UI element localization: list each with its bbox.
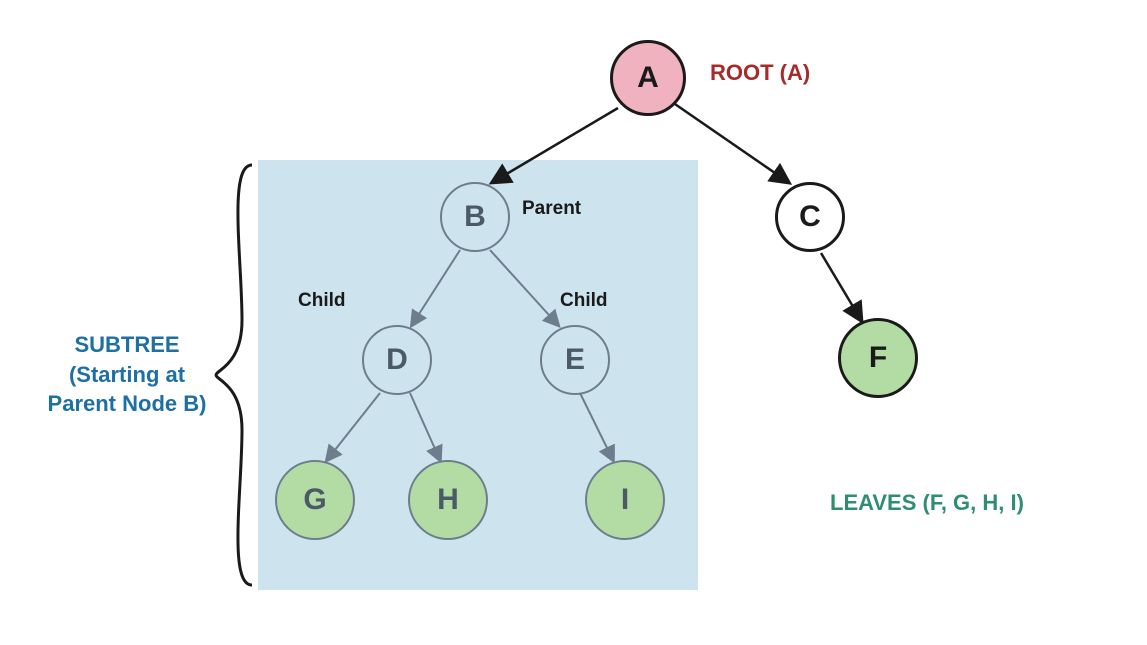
child-annotation-left: Child <box>298 290 346 312</box>
node-E: E <box>540 325 610 395</box>
node-H: H <box>408 460 488 540</box>
node-H-label: H <box>437 483 459 517</box>
node-A-label: A <box>637 61 659 95</box>
node-B: B <box>440 182 510 252</box>
node-G: G <box>275 460 355 540</box>
root-annotation: ROOT (A) <box>710 60 810 86</box>
node-E-label: E <box>565 343 585 377</box>
node-A: A <box>610 40 686 116</box>
node-G-label: G <box>303 483 326 517</box>
node-I: I <box>585 460 665 540</box>
child-annotation-right: Child <box>560 290 608 312</box>
node-I-label: I <box>621 483 629 517</box>
subtree-annotation-line1: SUBTREE <box>42 330 212 360</box>
parent-annotation: Parent <box>522 198 581 220</box>
subtree-annotation-line3: Parent Node B) <box>42 389 212 419</box>
leaves-annotation: LEAVES (F, G, H, I) <box>830 490 1024 516</box>
node-C-label: C <box>799 200 821 234</box>
node-F-label: F <box>869 341 887 375</box>
node-C: C <box>775 182 845 252</box>
node-F: F <box>838 318 918 398</box>
tree-diagram: A B C D E F G H I ROOT (A) Parent Child … <box>0 0 1147 645</box>
subtree-annotation-line2: (Starting at <box>42 360 212 390</box>
node-B-label: B <box>464 200 486 234</box>
node-D: D <box>362 325 432 395</box>
node-D-label: D <box>386 343 408 377</box>
subtree-annotation: SUBTREE (Starting at Parent Node B) <box>42 330 212 419</box>
subtree-brace <box>210 160 260 590</box>
